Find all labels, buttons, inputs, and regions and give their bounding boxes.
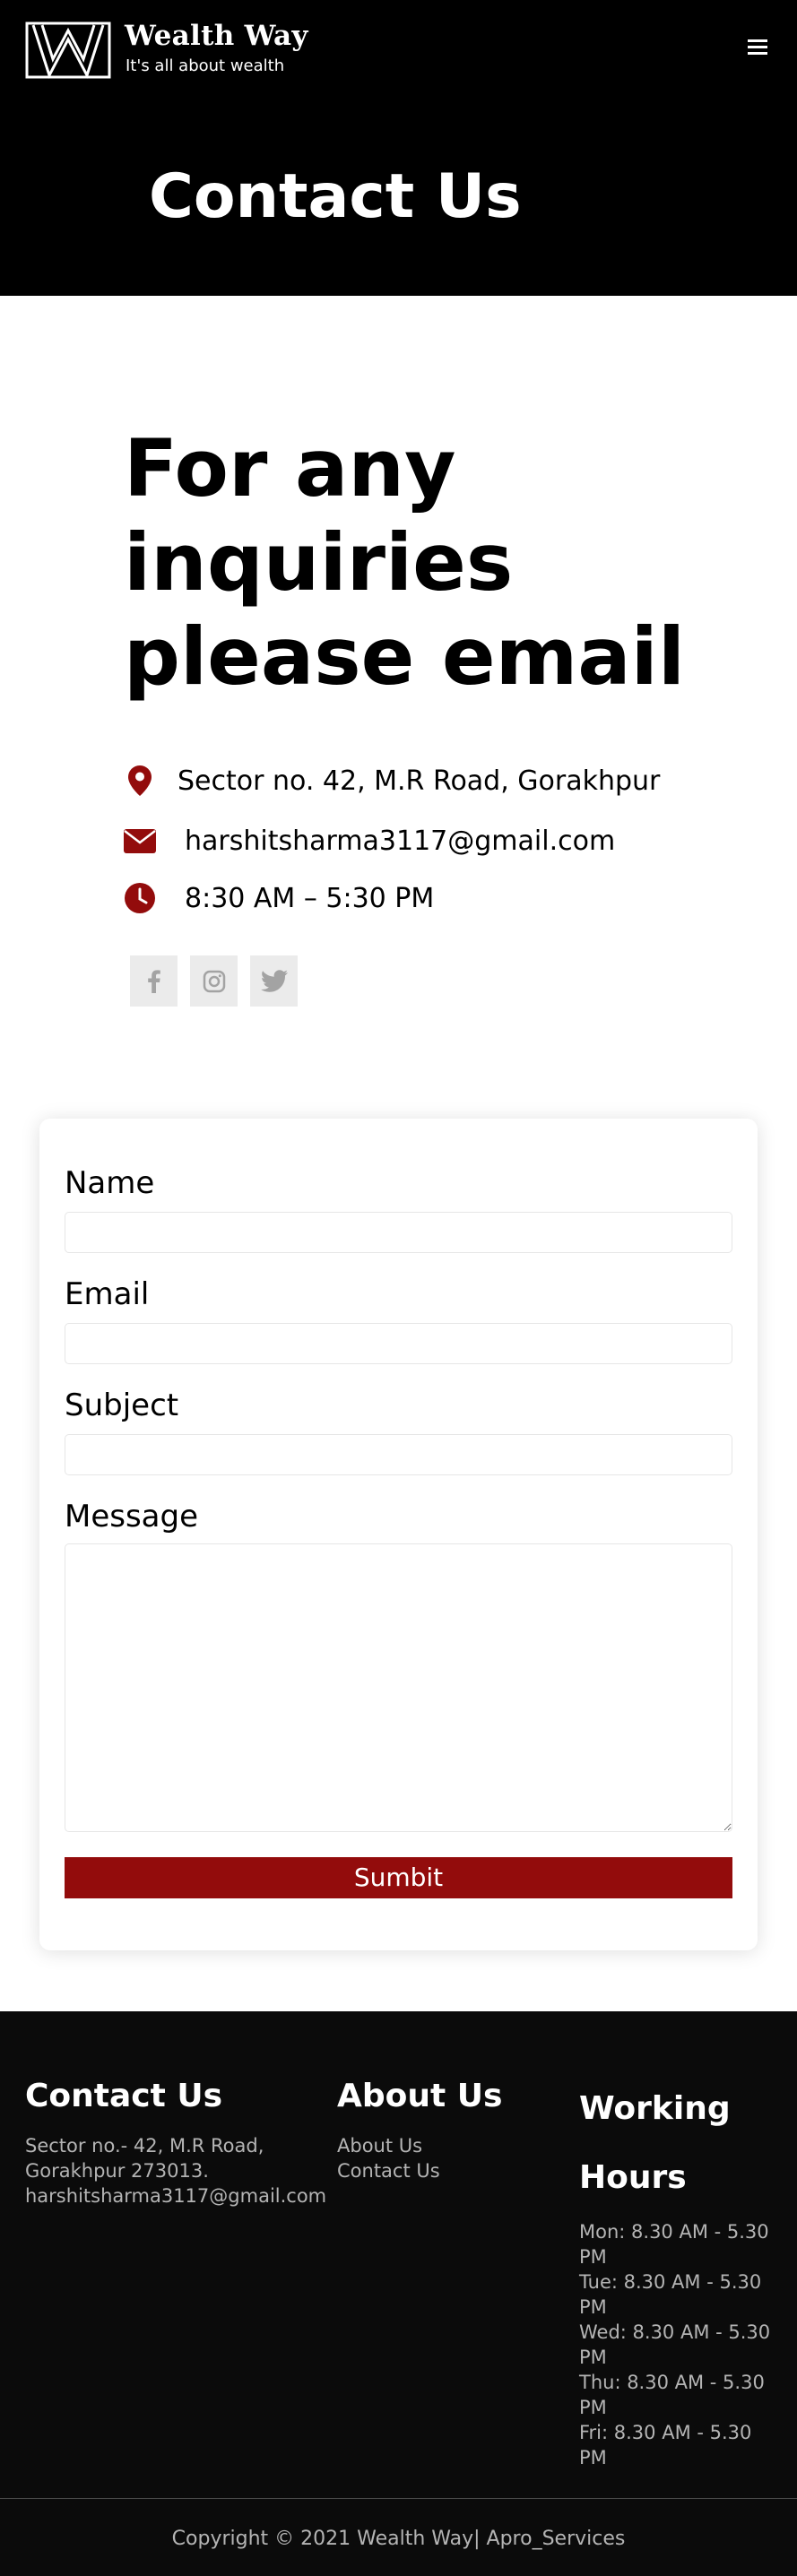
envelope-icon xyxy=(124,825,156,857)
message-label: Message xyxy=(65,1499,199,1534)
facebook-icon xyxy=(147,969,160,993)
email-label: Email xyxy=(65,1276,150,1312)
footer-address-line: Gorakhpur 273013. xyxy=(25,2160,209,2182)
footer-contact-column: Contact Us Sector no.- 42, M.R Road, Gor… xyxy=(25,2074,326,2209)
site-header: Wealth Way It's all about wealth Contact… xyxy=(0,0,797,296)
footer-address-line: Sector no.- 42, M.R Road, xyxy=(25,2135,264,2157)
inquiries-headline: For any inquiries please email xyxy=(124,422,686,703)
facebook-button[interactable] xyxy=(130,955,178,1007)
subject-field[interactable] xyxy=(65,1434,732,1475)
social-links xyxy=(130,955,298,1007)
hours-line: Fri: 8.30 AM - 5.30 xyxy=(579,2422,752,2443)
page-title: Contact Us xyxy=(149,161,522,232)
footer-email-link[interactable]: harshitsharma3117@gmail.com xyxy=(25,2183,326,2209)
footer-link-contact-us[interactable]: Contact Us xyxy=(337,2158,552,2183)
hours-line: Mon: 8.30 AM - 5.30 xyxy=(579,2221,769,2243)
hours-line: Thu: 8.30 AM - 5.30 xyxy=(579,2372,765,2393)
twitter-icon xyxy=(260,970,288,992)
site-footer: Contact Us Sector no.- 42, M.R Road, Gor… xyxy=(0,2011,797,2576)
contact-form: Name Email Subject Message Sumbit xyxy=(39,1119,758,1950)
hours-line: PM xyxy=(579,2397,607,2418)
map-marker-icon xyxy=(124,765,156,797)
hamburger-menu-button[interactable] xyxy=(743,34,772,63)
message-field[interactable] xyxy=(65,1543,732,1832)
hours-line: Tue: 8.30 AM - 5.30 xyxy=(579,2271,762,2293)
hours-line: PM xyxy=(579,2447,607,2468)
hours-line: Wed: 8.30 AM - 5.30 xyxy=(579,2321,771,2343)
footer-about-column: About Us About Us Contact Us xyxy=(337,2074,552,2183)
copyright-text: Copyright © 2021 Wealth Way| Apro_Servic… xyxy=(171,2528,626,2550)
name-label: Name xyxy=(65,1165,155,1201)
instagram-icon xyxy=(203,970,225,992)
wealth-way-logo-icon[interactable] xyxy=(24,20,112,81)
hours-line: PM xyxy=(579,2296,607,2318)
email-row: harshitsharma3117@gmail.com xyxy=(124,825,615,857)
footer-contact-heading: Contact Us xyxy=(25,2078,223,2114)
email-field[interactable] xyxy=(65,1323,732,1364)
address-row: Sector no. 42, M.R Road, Gorakhpur xyxy=(124,765,660,797)
footer-hours-column: Working Hours Mon: 8.30 AM - 5.30 PM Tue… xyxy=(579,2074,785,2470)
clock-icon xyxy=(124,882,156,914)
instagram-button[interactable] xyxy=(190,955,238,1007)
hours-row: 8:30 AM – 5:30 PM xyxy=(124,882,434,914)
footer-about-heading: About Us xyxy=(337,2078,503,2114)
footer-divider xyxy=(0,2498,797,2499)
hamburger-icon xyxy=(748,39,767,55)
hours-line: PM xyxy=(579,2347,607,2368)
footer-hours-heading-line2: Hours xyxy=(579,2159,687,2196)
brand-name[interactable]: Wealth Way xyxy=(125,20,308,52)
footer-hours-heading-line1: Working xyxy=(579,2090,731,2127)
subject-label: Subject xyxy=(65,1387,179,1423)
brand-tagline: It's all about wealth xyxy=(126,56,285,75)
twitter-button[interactable] xyxy=(250,955,298,1007)
address-text: Sector no. 42, M.R Road, Gorakhpur xyxy=(178,765,661,797)
footer-link-about-us[interactable]: About Us xyxy=(337,2133,552,2158)
hours-line: PM xyxy=(579,2246,607,2268)
hours-text: 8:30 AM – 5:30 PM xyxy=(185,882,435,914)
email-text[interactable]: harshitsharma3117@gmail.com xyxy=(185,826,615,857)
submit-button[interactable]: Sumbit xyxy=(65,1857,732,1898)
name-field[interactable] xyxy=(65,1212,732,1253)
